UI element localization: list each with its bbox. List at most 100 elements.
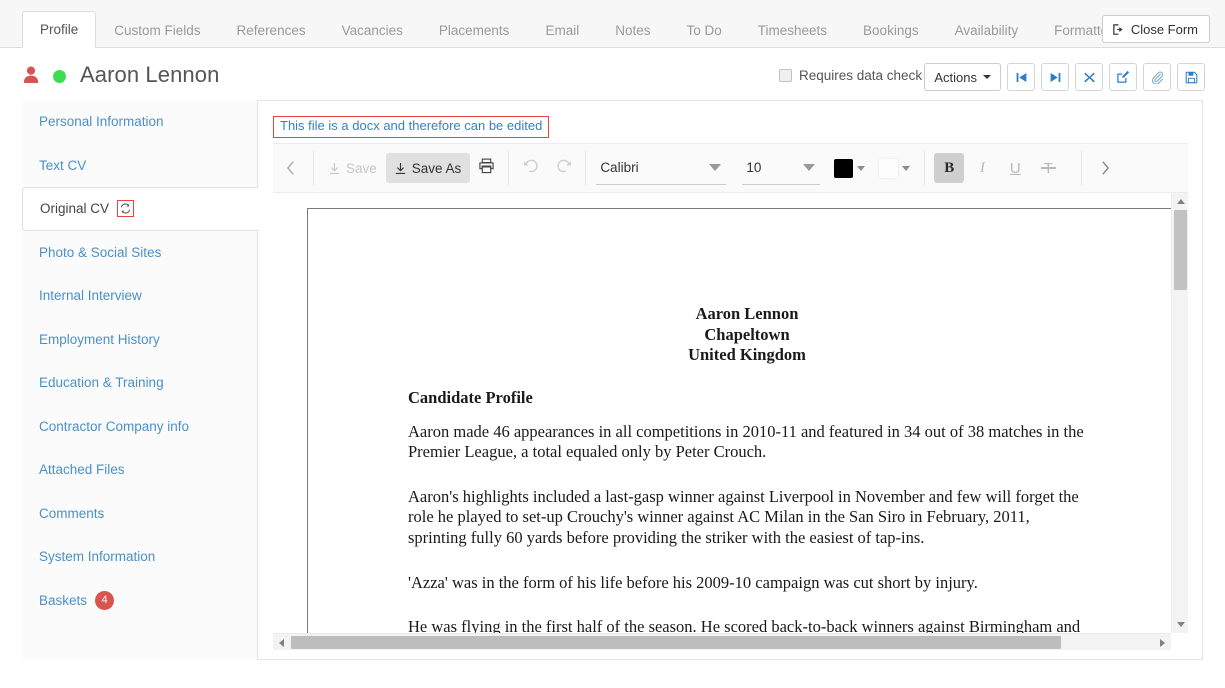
attach-file-button[interactable] (1143, 63, 1171, 91)
tab-label: Availability (954, 23, 1019, 38)
chevron-down-icon (983, 75, 991, 79)
highlight-color-swatch (879, 158, 899, 178)
font-size-value: 10 (746, 160, 762, 175)
tab-list: Profile Custom Fields References Vacanci… (22, 0, 1156, 48)
scroll-down-arrow-icon[interactable] (1172, 616, 1188, 633)
document-page: Aaron Lennon Chapeltown United Kingdom C… (307, 208, 1171, 633)
scroll-up-arrow-icon[interactable] (1172, 193, 1188, 210)
document-paragraph: He was flying in the first half of the s… (408, 617, 1081, 633)
vertical-scroll-thumb[interactable] (1174, 210, 1187, 290)
save-label: Save (346, 160, 377, 176)
tab-to-do[interactable]: To Do (668, 12, 739, 48)
document-vertical-scrollbar[interactable] (1171, 193, 1188, 633)
tab-label: Notes (615, 23, 651, 38)
download-arrow-icon (395, 162, 406, 175)
application-window: Profile Custom Fields References Vacanci… (0, 0, 1225, 688)
sidebar-item-attached-files[interactable]: Attached Files (22, 448, 257, 492)
scroll-left-arrow-icon[interactable] (273, 634, 290, 650)
chevron-down-icon (857, 165, 866, 171)
sidebar-item-label: Internal Interview (39, 288, 142, 304)
document-scroll-area[interactable]: Aaron Lennon Chapeltown United Kingdom C… (273, 193, 1171, 633)
sidebar-item-photo-social-sites[interactable]: Photo & Social Sites (22, 231, 257, 275)
tab-references[interactable]: References (219, 12, 324, 48)
sidebar-item-internal-interview[interactable]: Internal Interview (22, 274, 257, 318)
chevron-down-icon (803, 164, 816, 171)
sidebar-item-contractor-company-info[interactable]: Contractor Company info (22, 405, 257, 449)
first-record-button[interactable] (1007, 63, 1035, 91)
sidebar-item-baskets[interactable]: Baskets 4 (22, 579, 257, 623)
document-horizontal-scrollbar[interactable] (273, 633, 1171, 650)
tab-profile[interactable]: Profile (22, 11, 97, 48)
print-button[interactable] (470, 153, 502, 183)
toolbar-divider (924, 151, 926, 185)
bold-button[interactable]: B (934, 153, 965, 183)
sidebar-item-label: Contractor Company info (39, 418, 190, 434)
sidebar-item-comments[interactable]: Comments (22, 492, 257, 536)
skip-forward-icon (1049, 71, 1062, 84)
person-icon (23, 66, 39, 84)
tab-vacancies[interactable]: Vacancies (324, 12, 421, 48)
underline-button[interactable]: U (1000, 153, 1030, 183)
strikethrough-line-icon (1040, 167, 1056, 169)
font-family-select[interactable]: Calibri (596, 151, 727, 185)
text-color-picker[interactable] (834, 158, 866, 178)
tab-custom-fields[interactable]: Custom Fields (96, 12, 218, 48)
tab-email[interactable]: Email (527, 12, 597, 48)
sidebar-item-personal-information[interactable]: Personal Information (22, 100, 257, 144)
tab-timesheets[interactable]: Timesheets (740, 12, 845, 48)
toolbar-scroll-right-button[interactable] (1088, 144, 1122, 192)
bold-label: B (944, 159, 955, 176)
sidebar-item-label: System Information (39, 549, 156, 565)
refresh-icon[interactable] (117, 200, 135, 218)
actions-label: Actions (934, 69, 977, 85)
sidebar-item-label: Baskets (39, 592, 88, 608)
tab-placements[interactable]: Placements (421, 12, 528, 48)
font-size-select[interactable]: 10 (742, 151, 821, 185)
document-viewport: Aaron Lennon Chapeltown United Kingdom C… (273, 193, 1188, 650)
exit-icon (1112, 23, 1125, 36)
docx-editable-notice: This file is a docx and therefore can be… (273, 116, 550, 138)
sidebar-item-label: Attached Files (39, 462, 125, 478)
undo-button[interactable] (515, 153, 547, 183)
skip-back-icon (1015, 71, 1028, 84)
edit-record-button[interactable] (1109, 63, 1137, 91)
horizontal-scroll-thumb[interactable] (291, 636, 1061, 649)
printer-icon (478, 158, 495, 179)
save-button[interactable]: Save (320, 153, 386, 183)
download-arrow-icon (329, 162, 340, 175)
strikethrough-button[interactable]: T (1033, 153, 1063, 183)
chevron-down-icon (709, 164, 722, 171)
toolbar-divider (313, 151, 314, 185)
close-form-button[interactable]: Close Form (1101, 15, 1210, 43)
sidebar-item-system-information[interactable]: System Information (22, 535, 257, 579)
close-icon (1083, 71, 1096, 84)
highlight-color-picker[interactable] (879, 158, 911, 178)
sidebar-item-label: Personal Information (39, 114, 164, 130)
sidebar-item-education-training[interactable]: Education & Training (22, 361, 257, 405)
tab-label: Bookings (863, 23, 919, 38)
tab-label: Profile (40, 22, 79, 37)
editor-toolbar: Save Save As Calibri 10 B I U (273, 143, 1188, 193)
italic-button[interactable]: I (967, 153, 997, 183)
tab-notes[interactable]: Notes (597, 12, 668, 48)
save-as-button[interactable]: Save As (385, 153, 471, 183)
toolbar-scroll-left-button[interactable] (273, 144, 307, 192)
paperclip-icon (1151, 71, 1164, 84)
requires-data-check-row[interactable]: Requires data check (779, 68, 922, 83)
delete-record-button[interactable] (1075, 63, 1103, 91)
tab-availability[interactable]: Availability (937, 12, 1037, 48)
sidebar-item-text-cv[interactable]: Text CV (22, 144, 257, 188)
last-record-button[interactable] (1041, 63, 1069, 91)
tab-label: References (236, 23, 306, 38)
sidebar-item-original-cv[interactable]: Original CV (22, 187, 259, 231)
save-record-button[interactable] (1177, 63, 1205, 91)
redo-button[interactable] (547, 153, 579, 183)
document-paragraph: Aaron made 46 appearances in all competi… (408, 421, 1084, 462)
requires-data-check-checkbox[interactable] (779, 69, 792, 82)
scroll-right-arrow-icon[interactable] (1154, 634, 1171, 650)
sidebar-item-employment-history[interactable]: Employment History (22, 318, 257, 362)
sidebar-item-label: Employment History (39, 331, 160, 347)
tab-bookings[interactable]: Bookings (845, 12, 937, 48)
actions-dropdown-button[interactable]: Actions (924, 63, 1001, 91)
document-paragraph: Aaron's highlights included a last-gasp … (408, 486, 1079, 547)
